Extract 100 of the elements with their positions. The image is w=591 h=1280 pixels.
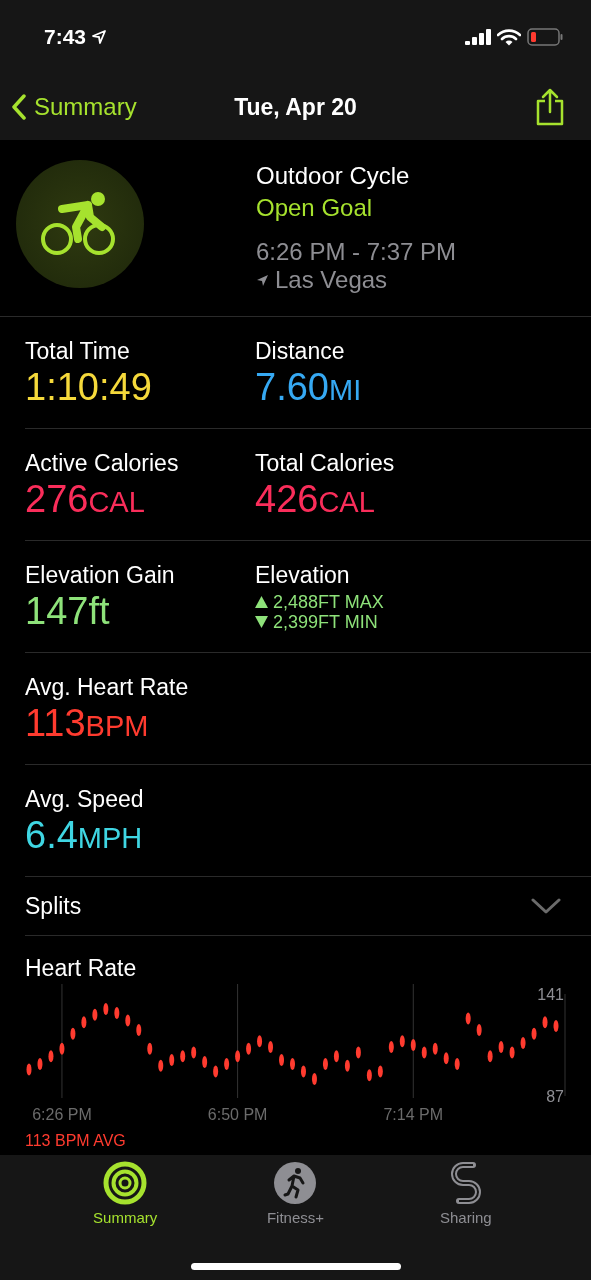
stat-value: 6.4	[25, 814, 78, 856]
workout-goal: Open Goal	[256, 194, 374, 222]
heart-rate-point	[103, 1003, 109, 1016]
heart-rate-point	[366, 1069, 372, 1082]
workout-time-range: 6:26 PM - 7:37 PM	[256, 238, 457, 266]
stat-unit: MI	[328, 374, 362, 406]
stat-unit: BPM	[85, 710, 149, 742]
signal-icon	[465, 29, 491, 45]
heart-rate-point	[465, 1012, 471, 1025]
heart-rate-point	[70, 1027, 76, 1040]
heart-rate-point	[92, 1008, 98, 1021]
x-axis-label: 6:50 PM	[207, 1106, 268, 1123]
sharing-icon	[450, 1161, 481, 1205]
heart-rate-point	[520, 1037, 526, 1050]
heart-rate-point	[290, 1057, 295, 1070]
location-arrow-icon	[92, 30, 107, 44]
elevation-reading: 2,399FT MIN	[273, 612, 378, 632]
heart-rate-point	[213, 1065, 219, 1078]
stat-value: 7.60	[255, 366, 329, 408]
heart-rate-point	[81, 1016, 87, 1029]
heart-rate-point	[268, 1040, 274, 1053]
heart-rate-point	[531, 1027, 537, 1040]
x-axis-label: 6:26 PM	[32, 1106, 92, 1123]
heart-rate-point	[147, 1042, 153, 1055]
chart-title: Heart Rate	[25, 954, 138, 982]
stat-label: Avg. Speed	[25, 785, 145, 813]
stat-label: Total Time	[25, 337, 131, 365]
down-triangle-icon	[255, 616, 268, 628]
heart-rate-point	[542, 1016, 548, 1029]
heart-rate-point	[180, 1050, 186, 1063]
stat-label: Total Calories	[255, 449, 396, 477]
heart-rate-point	[487, 1050, 493, 1063]
status-time: 7:43	[44, 25, 87, 49]
heart-rate-point	[399, 1035, 405, 1048]
workout-location: Las Vegas	[275, 266, 388, 294]
stat-unit: MPH	[77, 822, 143, 854]
stat-label: Elevation	[255, 561, 351, 589]
heart-rate-point	[246, 1042, 252, 1055]
heart-rate-point	[322, 1057, 328, 1070]
tab-item[interactable]: Fitness+	[240, 1161, 351, 1226]
stat-value: 276	[25, 478, 89, 520]
stat-value: 147ft	[25, 590, 110, 632]
heart-rate-point	[498, 1040, 504, 1053]
stat-unit: CAL	[318, 486, 375, 518]
heart-rate-point	[388, 1040, 394, 1053]
up-triangle-icon	[255, 596, 268, 608]
share-icon[interactable]	[535, 88, 565, 126]
heart-rate-point	[191, 1046, 197, 1059]
stat-value: 426	[255, 478, 319, 520]
average-heart-rate: 113 BPM AVG	[25, 1132, 127, 1150]
back-link[interactable]: Summary	[12, 93, 137, 121]
stat-value: 113	[25, 702, 86, 744]
heart-rate-point	[301, 1065, 306, 1078]
heart-rate-point	[432, 1042, 438, 1055]
nav-title: Tue, Apr 20	[234, 93, 357, 121]
heart-rate-point	[377, 1065, 383, 1078]
heart-rate-point	[136, 1023, 142, 1036]
heart-rate-point	[509, 1046, 515, 1059]
stat-unit: CAL	[88, 486, 145, 518]
stat-label: Distance	[255, 337, 346, 365]
heart-rate-point	[26, 1063, 32, 1076]
y-axis-label: 87	[546, 1087, 564, 1105]
tab-item[interactable]: Summary	[70, 1161, 181, 1226]
stat-label: Elevation Gain	[25, 561, 176, 589]
heart-rate-point	[279, 1054, 284, 1067]
heart-rate-point	[344, 1059, 350, 1072]
x-axis-label: 7:14 PM	[383, 1106, 444, 1123]
heart-rate-point	[454, 1057, 460, 1070]
splits-row[interactable]: Splits	[25, 877, 591, 936]
heart-rate-point	[311, 1073, 317, 1085]
tab-item[interactable]: Sharing	[410, 1161, 521, 1226]
stat-label: Active Calories	[25, 449, 180, 477]
wifi-icon	[497, 28, 521, 46]
location-arrow-icon	[256, 273, 269, 287]
heart-rate-point	[37, 1057, 43, 1070]
stat-value: 1:10:49	[25, 366, 152, 408]
y-axis-label: 141	[537, 985, 564, 1003]
back-chevron-icon	[12, 94, 26, 120]
heart-rate-point	[553, 1020, 559, 1033]
heart-rate-point	[421, 1046, 427, 1059]
stat-label: Avg. Heart Rate	[25, 673, 190, 701]
battery-icon	[527, 28, 563, 46]
heart-rate-point	[235, 1050, 241, 1063]
elevation-reading: 2,488FT MAX	[273, 592, 384, 612]
heart-rate-point	[410, 1039, 416, 1051]
workout-name: Outdoor Cycle	[256, 162, 411, 190]
activity-rings-icon	[103, 1161, 148, 1205]
heart-rate-point	[59, 1042, 65, 1055]
heart-rate-point	[333, 1050, 339, 1063]
splits-label: Splits	[25, 892, 82, 920]
heart-rate-point	[476, 1023, 482, 1036]
heart-rate-point	[443, 1052, 449, 1065]
heart-rate-point	[114, 1006, 120, 1019]
heart-rate-point	[125, 1014, 131, 1027]
heart-rate-point	[158, 1059, 164, 1072]
heart-rate-point	[257, 1035, 263, 1048]
runner-icon	[273, 1161, 318, 1205]
heart-rate-point	[48, 1050, 54, 1063]
heart-rate-point	[202, 1056, 208, 1068]
heart-rate-point	[224, 1057, 230, 1070]
